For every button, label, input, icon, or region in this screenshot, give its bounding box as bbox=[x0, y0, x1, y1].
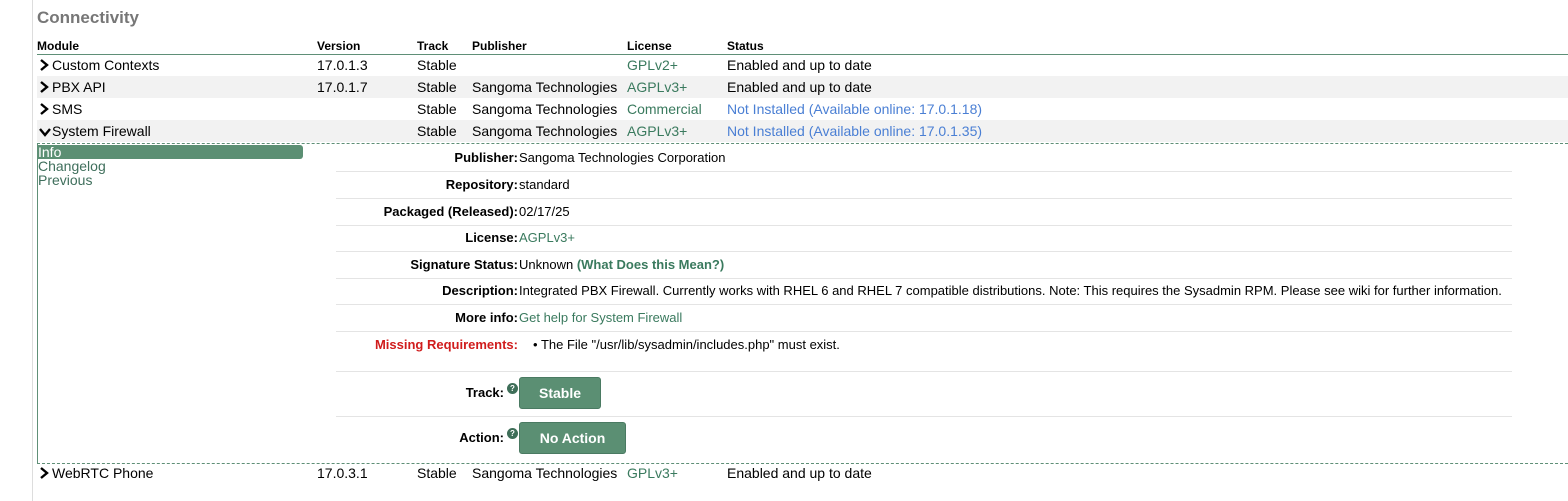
module-publisher: Sangoma Technologies bbox=[472, 123, 618, 139]
signature-status: Unknown bbox=[519, 257, 574, 272]
column-header-module: Module bbox=[37, 39, 79, 53]
module-track: Stable bbox=[417, 465, 457, 481]
page-left-border bbox=[32, 0, 33, 501]
module-license-link[interactable]: Commercial bbox=[627, 98, 702, 120]
info-label: Description: bbox=[442, 283, 518, 298]
module-status-link[interactable]: Not Installed (Available online: 17.0.1.… bbox=[727, 120, 982, 142]
info-label: Action:? bbox=[459, 428, 518, 445]
module-track: Stable bbox=[417, 123, 457, 139]
module-license-link[interactable]: GPLv2+ bbox=[627, 54, 678, 76]
track-label: Track: bbox=[465, 385, 504, 400]
chevron-right-icon[interactable] bbox=[39, 462, 51, 484]
info-row-action: Action:? No Action bbox=[336, 416, 1512, 462]
module-row-sms[interactable]: SMS Stable Sangoma Technologies Commerci… bbox=[37, 98, 1568, 120]
column-header-track: Track bbox=[417, 39, 449, 53]
module-detail-panel: Info Changelog Previous Publisher: Sango… bbox=[37, 143, 1568, 464]
module-status: Enabled and up to date bbox=[727, 465, 872, 481]
info-value: • The File "/usr/lib/sysadmin/includes.p… bbox=[533, 337, 840, 352]
module-license-link[interactable]: AGPLv3+ bbox=[627, 76, 687, 98]
column-header-version: Version bbox=[317, 39, 361, 53]
no-action-button[interactable]: No Action bbox=[519, 422, 626, 454]
info-label: License: bbox=[465, 230, 518, 245]
info-row-more-info: More info: Get help for System Firewall bbox=[336, 304, 1512, 332]
more-info-link[interactable]: Get help for System Firewall bbox=[519, 310, 682, 325]
info-row-packaged: Packaged (Released): 02/17/25 bbox=[336, 198, 1512, 226]
module-name[interactable]: PBX API bbox=[52, 76, 106, 98]
module-status: Enabled and up to date bbox=[727, 57, 872, 73]
info-row-repository: Repository: standard bbox=[336, 171, 1512, 199]
missing-requirement-item: The File "/usr/lib/sysadmin/includes.php… bbox=[540, 337, 840, 352]
module-publisher: Sangoma Technologies bbox=[472, 79, 618, 95]
module-publisher: Sangoma Technologies bbox=[472, 101, 618, 117]
info-row-publisher: Publisher: Sangoma Technologies Corporat… bbox=[336, 144, 1512, 172]
info-row-license: License: AGPLv3+ bbox=[336, 225, 1512, 252]
module-version: 17.0.1.7 bbox=[317, 79, 368, 95]
module-track: Stable bbox=[417, 57, 457, 73]
detail-left-border bbox=[37, 144, 38, 464]
module-version: 17.0.3.1 bbox=[317, 465, 368, 481]
module-name[interactable]: System Firewall bbox=[52, 120, 151, 142]
info-label: Publisher: bbox=[454, 150, 518, 165]
module-name[interactable]: WebRTC Phone bbox=[52, 462, 153, 484]
info-value: 02/17/25 bbox=[519, 204, 570, 219]
chevron-down-icon[interactable] bbox=[39, 120, 51, 142]
chevron-right-icon[interactable] bbox=[39, 54, 51, 76]
bullet-icon: • bbox=[533, 337, 538, 352]
info-label: More info: bbox=[455, 310, 518, 325]
module-row-pbx-api[interactable]: PBX API 17.0.1.7 Stable Sangoma Technolo… bbox=[37, 76, 1568, 98]
signature-help-link[interactable]: (What Does this Mean?) bbox=[577, 257, 724, 272]
module-license-link[interactable]: AGPLv3+ bbox=[627, 120, 687, 142]
chevron-right-icon[interactable] bbox=[39, 98, 51, 120]
info-label: Missing Requirements: bbox=[374, 337, 518, 352]
info-row-description: Description: Integrated PBX Firewall. Cu… bbox=[336, 278, 1512, 305]
action-label: Action: bbox=[459, 430, 504, 445]
info-label: Repository: bbox=[445, 177, 518, 192]
module-license-link[interactable]: GPLv3+ bbox=[627, 462, 678, 484]
tab-info[interactable]: Info bbox=[38, 145, 303, 159]
column-header-license: License bbox=[627, 39, 672, 53]
module-track: Stable bbox=[417, 79, 457, 95]
module-name[interactable]: SMS bbox=[52, 98, 82, 120]
info-value: Integrated PBX Firewall. Currently works… bbox=[519, 283, 1502, 298]
info-value: standard bbox=[519, 177, 570, 192]
module-status: Enabled and up to date bbox=[727, 79, 872, 95]
column-header-publisher: Publisher bbox=[472, 39, 527, 53]
info-value: Unknown (What Does this Mean?) bbox=[519, 257, 724, 272]
module-row-custom-contexts[interactable]: Custom Contexts 17.0.1.3 Stable GPLv2+ E… bbox=[37, 54, 1568, 76]
license-link[interactable]: AGPLv3+ bbox=[519, 230, 575, 245]
info-row-signature: Signature Status: Unknown (What Does thi… bbox=[336, 251, 1512, 279]
module-status-link[interactable]: Not Installed (Available online: 17.0.1.… bbox=[727, 98, 982, 120]
tab-previous[interactable]: Previous bbox=[38, 173, 92, 187]
info-row-missing-requirements: Missing Requirements: • The File "/usr/l… bbox=[336, 331, 1512, 372]
track-stable-button[interactable]: Stable bbox=[519, 377, 601, 409]
info-label: Packaged (Released): bbox=[383, 204, 518, 219]
module-row-webrtc-phone[interactable]: WebRTC Phone 17.0.3.1 Stable Sangoma Tec… bbox=[37, 462, 1568, 484]
module-name[interactable]: Custom Contexts bbox=[52, 54, 159, 76]
module-track: Stable bbox=[417, 101, 457, 117]
info-value: Sangoma Technologies Corporation bbox=[519, 150, 726, 165]
info-label: Track:? bbox=[465, 383, 518, 400]
info-row-track: Track:? Stable bbox=[336, 371, 1512, 417]
module-publisher: Sangoma Technologies bbox=[472, 465, 618, 481]
column-header-status: Status bbox=[727, 39, 764, 53]
section-title: Connectivity bbox=[37, 8, 140, 27]
help-icon[interactable]: ? bbox=[507, 383, 518, 394]
tab-changelog[interactable]: Changelog bbox=[38, 159, 106, 173]
module-version: 17.0.1.3 bbox=[317, 57, 368, 73]
module-row-system-firewall[interactable]: System Firewall Stable Sangoma Technolog… bbox=[37, 120, 1568, 142]
help-icon[interactable]: ? bbox=[507, 428, 518, 439]
chevron-right-icon[interactable] bbox=[39, 76, 51, 98]
info-label: Signature Status: bbox=[410, 257, 518, 272]
